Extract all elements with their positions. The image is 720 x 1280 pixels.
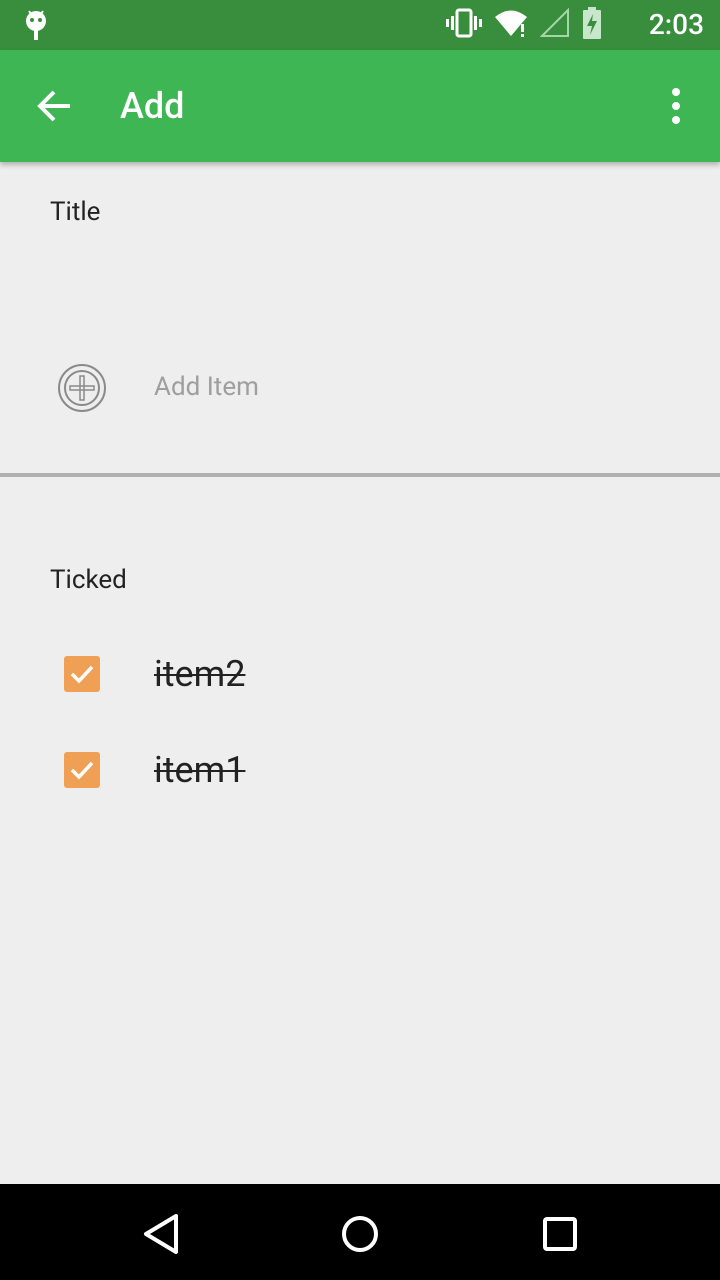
signal-icon (539, 7, 570, 42)
list-item-label[interactable]: item1 (154, 748, 245, 792)
add-item-label[interactable]: Add Item (154, 371, 259, 403)
wifi-icon (494, 8, 528, 42)
checkbox-checked[interactable] (64, 656, 100, 692)
add-circle-icon[interactable] (56, 362, 108, 414)
status-bar: 2:03 (0, 0, 720, 50)
more-vert-icon[interactable] (664, 88, 688, 124)
android-debug-icon (22, 8, 50, 42)
status-time: 2:03 (648, 8, 704, 41)
list-item[interactable]: item2 (62, 652, 462, 696)
ticked-section-label: Ticked (50, 565, 127, 595)
list-item-label[interactable]: item2 (154, 652, 245, 696)
note-title-field[interactable]: Title (50, 196, 100, 228)
add-item-row[interactable]: Add Item (56, 360, 456, 416)
app-toolbar: Add (0, 50, 720, 162)
toolbar-title: Add (120, 85, 185, 127)
battery-charging-icon (582, 7, 602, 43)
back-triangle-icon[interactable] (136, 1210, 184, 1258)
vibrate-icon (446, 8, 482, 42)
recents-square-icon[interactable] (536, 1210, 584, 1258)
home-circle-icon[interactable] (336, 1210, 384, 1258)
section-divider (0, 473, 720, 477)
system-nav-bar (0, 1184, 720, 1280)
checkbox-checked[interactable] (64, 752, 100, 788)
list-item[interactable]: item1 (62, 748, 462, 792)
back-arrow-icon[interactable] (34, 86, 74, 126)
